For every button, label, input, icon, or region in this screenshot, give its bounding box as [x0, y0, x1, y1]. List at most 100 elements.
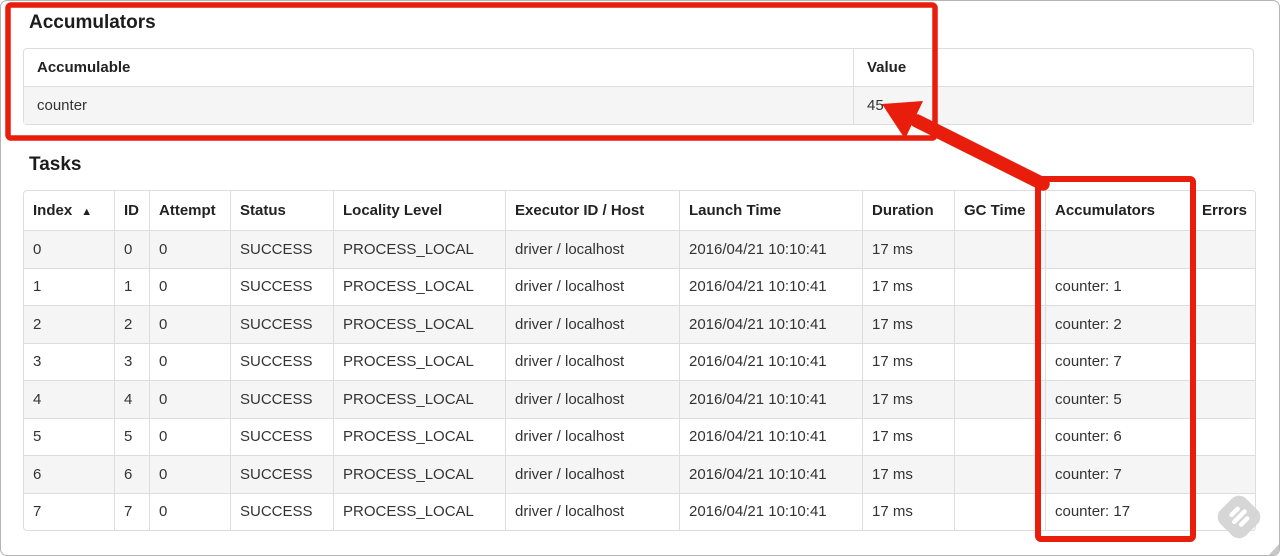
cell-launch-time: 2016/04/21 10:10:41 [679, 267, 862, 305]
cell-executor: driver / localhost [505, 342, 679, 380]
screenshot-frame: Accumulators Accumulable Value counter 4… [0, 0, 1280, 556]
cell-status: SUCCESS [230, 380, 333, 418]
table-row: 0 0 0 SUCCESS PROCESS_LOCAL driver / loc… [24, 230, 1255, 268]
cell-gc-time [954, 267, 1045, 305]
table-row: counter 45 [24, 86, 1253, 124]
cell-gc-time [954, 230, 1045, 268]
cell-attempt: 0 [149, 417, 230, 455]
cell-locality: PROCESS_LOCAL [333, 455, 505, 493]
cell-errors [1192, 342, 1255, 380]
cell-launch-time: 2016/04/21 10:10:41 [679, 342, 862, 380]
cell-gc-time [954, 417, 1045, 455]
cell-executor: driver / localhost [505, 230, 679, 268]
cell-launch-time: 2016/04/21 10:10:41 [679, 417, 862, 455]
column-header-accumulable[interactable]: Accumulable [24, 49, 853, 86]
cell-accumulators: counter: 5 [1045, 380, 1192, 418]
cell-duration: 17 ms [862, 305, 954, 343]
tasks-table: Index ▲ ID Attempt Status Locality Level … [23, 190, 1256, 531]
cell-attempt: 0 [149, 342, 230, 380]
cell-duration: 17 ms [862, 230, 954, 268]
column-header-status[interactable]: Status [230, 191, 333, 230]
cell-attempt: 0 [149, 492, 230, 530]
cell-locality: PROCESS_LOCAL [333, 342, 505, 380]
cell-status: SUCCESS [230, 305, 333, 343]
cell-status: SUCCESS [230, 455, 333, 493]
cell-launch-time: 2016/04/21 10:10:41 [679, 380, 862, 418]
cell-errors [1192, 305, 1255, 343]
cell-index: 5 [24, 417, 114, 456]
cell-duration: 17 ms [862, 342, 954, 380]
cell-attempt: 0 [149, 267, 230, 305]
cell-id: 1 [114, 267, 149, 305]
accumulators-table: Accumulable Value counter 45 [23, 48, 1254, 125]
table-row: 5 5 0 SUCCESS PROCESS_LOCAL driver / loc… [24, 417, 1255, 456]
table-row: 4 4 0 SUCCESS PROCESS_LOCAL driver / loc… [24, 380, 1255, 418]
cell-duration: 17 ms [862, 455, 954, 493]
tasks-header-row: Index ▲ ID Attempt Status Locality Level … [24, 191, 1255, 230]
cell-launch-time: 2016/04/21 10:10:41 [679, 492, 862, 530]
column-header-executor-id-host[interactable]: Executor ID / Host [505, 191, 679, 230]
cell-accumulators: counter: 2 [1045, 305, 1192, 343]
cell-executor: driver / localhost [505, 455, 679, 493]
cell-gc-time [954, 455, 1045, 493]
cell-attempt: 0 [149, 455, 230, 493]
column-header-value[interactable]: Value [853, 49, 1253, 86]
cell-executor: driver / localhost [505, 305, 679, 343]
column-header-index[interactable]: Index ▲ [24, 191, 114, 230]
cell-index: 0 [24, 230, 114, 268]
index-header-label: Index [33, 202, 73, 219]
cell-status: SUCCESS [230, 230, 333, 268]
cell-accumulators: counter: 7 [1045, 342, 1192, 380]
cell-duration: 17 ms [862, 417, 954, 455]
column-header-gc-time[interactable]: GC Time [954, 191, 1045, 230]
cell-launch-time: 2016/04/21 10:10:41 [679, 230, 862, 268]
table-row: 6 6 0 SUCCESS PROCESS_LOCAL driver / loc… [24, 455, 1255, 493]
cell-id: 3 [114, 342, 149, 380]
cell-locality: PROCESS_LOCAL [333, 267, 505, 305]
cell-executor: driver / localhost [505, 267, 679, 305]
cell-id: 0 [114, 230, 149, 268]
cell-gc-time [954, 342, 1045, 380]
column-header-duration[interactable]: Duration [862, 191, 954, 230]
cell-locality: PROCESS_LOCAL [333, 230, 505, 268]
cell-index: 1 [24, 267, 114, 306]
accumulators-header-row: Accumulable Value [24, 49, 1253, 86]
accumulators-heading: Accumulators [29, 12, 156, 33]
cell-errors [1192, 380, 1255, 418]
cell-status: SUCCESS [230, 417, 333, 455]
cell-locality: PROCESS_LOCAL [333, 305, 505, 343]
cell-accumulators [1045, 230, 1192, 268]
column-header-launch-time[interactable]: Launch Time [679, 191, 862, 230]
cell-locality: PROCESS_LOCAL [333, 380, 505, 418]
column-header-accumulators[interactable]: Accumulators [1045, 191, 1192, 230]
cell-launch-time: 2016/04/21 10:10:41 [679, 305, 862, 343]
cell-attempt: 0 [149, 230, 230, 268]
cell-errors [1192, 267, 1255, 305]
column-header-id[interactable]: ID [114, 191, 149, 230]
cell-id: 7 [114, 492, 149, 530]
cell-value: 45 [853, 86, 1253, 124]
cell-errors [1192, 455, 1255, 493]
cell-errors [1192, 492, 1255, 530]
cell-accumulable: counter [24, 86, 853, 124]
sort-asc-icon: ▲ [81, 206, 93, 218]
cell-executor: driver / localhost [505, 380, 679, 418]
cell-gc-time [954, 305, 1045, 343]
cell-duration: 17 ms [862, 380, 954, 418]
cell-errors [1192, 417, 1255, 455]
cell-id: 4 [114, 380, 149, 418]
cell-status: SUCCESS [230, 492, 333, 530]
cell-accumulators: counter: 1 [1045, 267, 1192, 305]
tasks-heading: Tasks [29, 154, 82, 175]
cell-accumulators: counter: 6 [1045, 417, 1192, 455]
cell-gc-time [954, 492, 1045, 530]
cell-gc-time [954, 380, 1045, 418]
cell-errors [1192, 230, 1255, 268]
table-row: 2 2 0 SUCCESS PROCESS_LOCAL driver / loc… [24, 305, 1255, 343]
cell-index: 4 [24, 380, 114, 418]
cell-locality: PROCESS_LOCAL [333, 417, 505, 455]
column-header-errors[interactable]: Errors [1192, 191, 1255, 230]
column-header-attempt[interactable]: Attempt [149, 191, 230, 230]
cell-duration: 17 ms [862, 492, 954, 530]
column-header-locality-level[interactable]: Locality Level [333, 191, 505, 230]
